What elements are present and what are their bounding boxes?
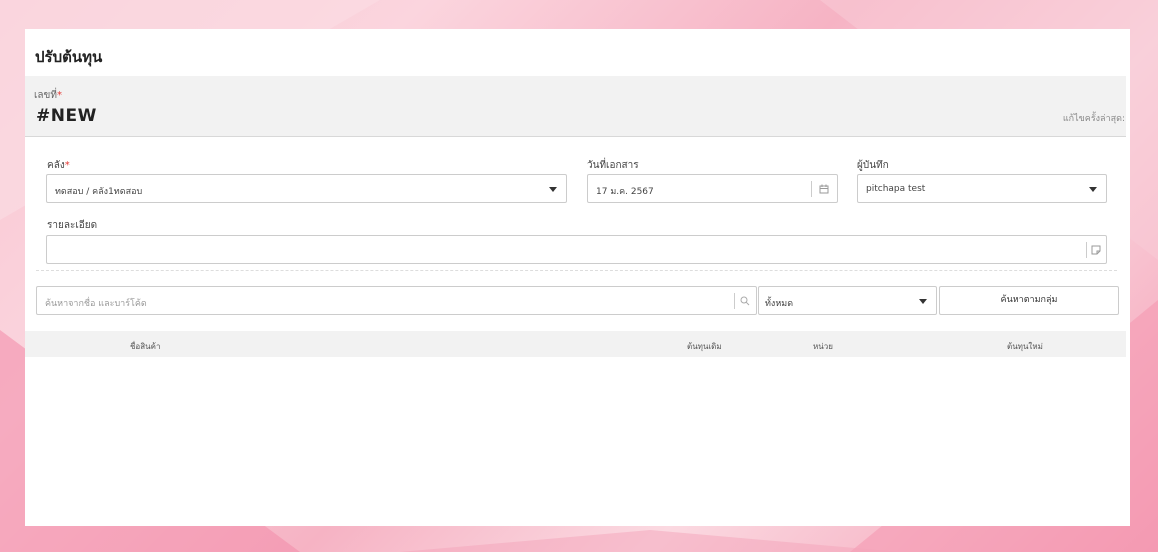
document-number-bar: เลขที่* #NEW แก้ไขครั้งล่าสุด: xyxy=(25,76,1126,137)
search-placeholder: ค้นหาจากชื่อ และบาร์โค้ด xyxy=(45,299,147,309)
calendar-icon[interactable] xyxy=(819,184,829,194)
note-icon[interactable] xyxy=(1091,245,1101,255)
column-product-name: ชื่อสินค้า xyxy=(130,342,161,351)
table-header: ชื่อสินค้า ต้นทุนเดิม หน่วย ต้นทุนใหม่ xyxy=(25,331,1126,357)
doc-date-value: 17 ม.ค. 2567 xyxy=(596,187,654,197)
last-edited-label: แก้ไขครั้งล่าสุด: xyxy=(1062,114,1125,124)
details-input[interactable] xyxy=(46,235,1107,264)
chevron-down-icon xyxy=(549,187,557,192)
doc-date-label: วันที่เอกสาร xyxy=(587,160,639,171)
chevron-down-icon xyxy=(1089,187,1097,192)
warehouse-select[interactable]: ทดสอบ / คลัง1ทดสอบ xyxy=(46,174,567,203)
product-search-input[interactable]: ค้นหาจากชื่อ และบาร์โค้ด xyxy=(36,286,757,315)
details-label: รายละเอียด xyxy=(47,220,98,231)
column-unit: หน่วย xyxy=(813,342,833,351)
recorder-label: ผู้บันทึก xyxy=(857,160,889,171)
recorder-select[interactable]: pitchapa test xyxy=(857,174,1107,203)
chevron-down-icon xyxy=(919,299,927,304)
page-title: ปรับต้นทุน xyxy=(35,48,103,66)
search-by-group-button[interactable]: ค้นหาตามกลุ่ม xyxy=(939,286,1119,315)
section-divider xyxy=(36,270,1117,271)
group-filter-value: ทั้งหมด xyxy=(765,299,794,309)
column-old-cost: ต้นทุนเดิม xyxy=(687,342,722,351)
column-new-cost: ต้นทุนใหม่ xyxy=(1007,342,1043,351)
group-filter-select[interactable]: ทั้งหมด xyxy=(758,286,937,315)
doc-date-input[interactable]: 17 ม.ค. 2567 xyxy=(587,174,838,203)
warehouse-label: คลัง* xyxy=(47,160,70,171)
cost-adjustment-card: ปรับต้นทุน เลขที่* #NEW แก้ไขครั้งล่าสุด… xyxy=(25,29,1130,526)
document-number: #NEW xyxy=(36,106,97,126)
warehouse-select-value: ทดสอบ / คลัง1ทดสอบ xyxy=(55,187,143,197)
document-number-label: เลขที่* xyxy=(34,90,62,101)
recorder-select-value: pitchapa test xyxy=(866,184,926,194)
search-icon[interactable] xyxy=(740,296,750,306)
